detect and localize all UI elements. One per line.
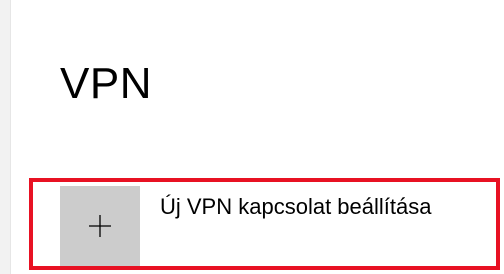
add-vpn-tile[interactable] [60, 186, 140, 266]
plus-icon [88, 214, 112, 238]
vpn-settings-page: VPN Új VPN kapcsolat beállítása [0, 0, 504, 274]
navigation-pane-edge [0, 0, 11, 274]
page-title: VPN [60, 59, 152, 108]
add-vpn-connection-label: Új VPN kapcsolat beállítása [160, 194, 432, 219]
add-vpn-connection-button[interactable]: Új VPN kapcsolat beállítása [60, 186, 500, 268]
